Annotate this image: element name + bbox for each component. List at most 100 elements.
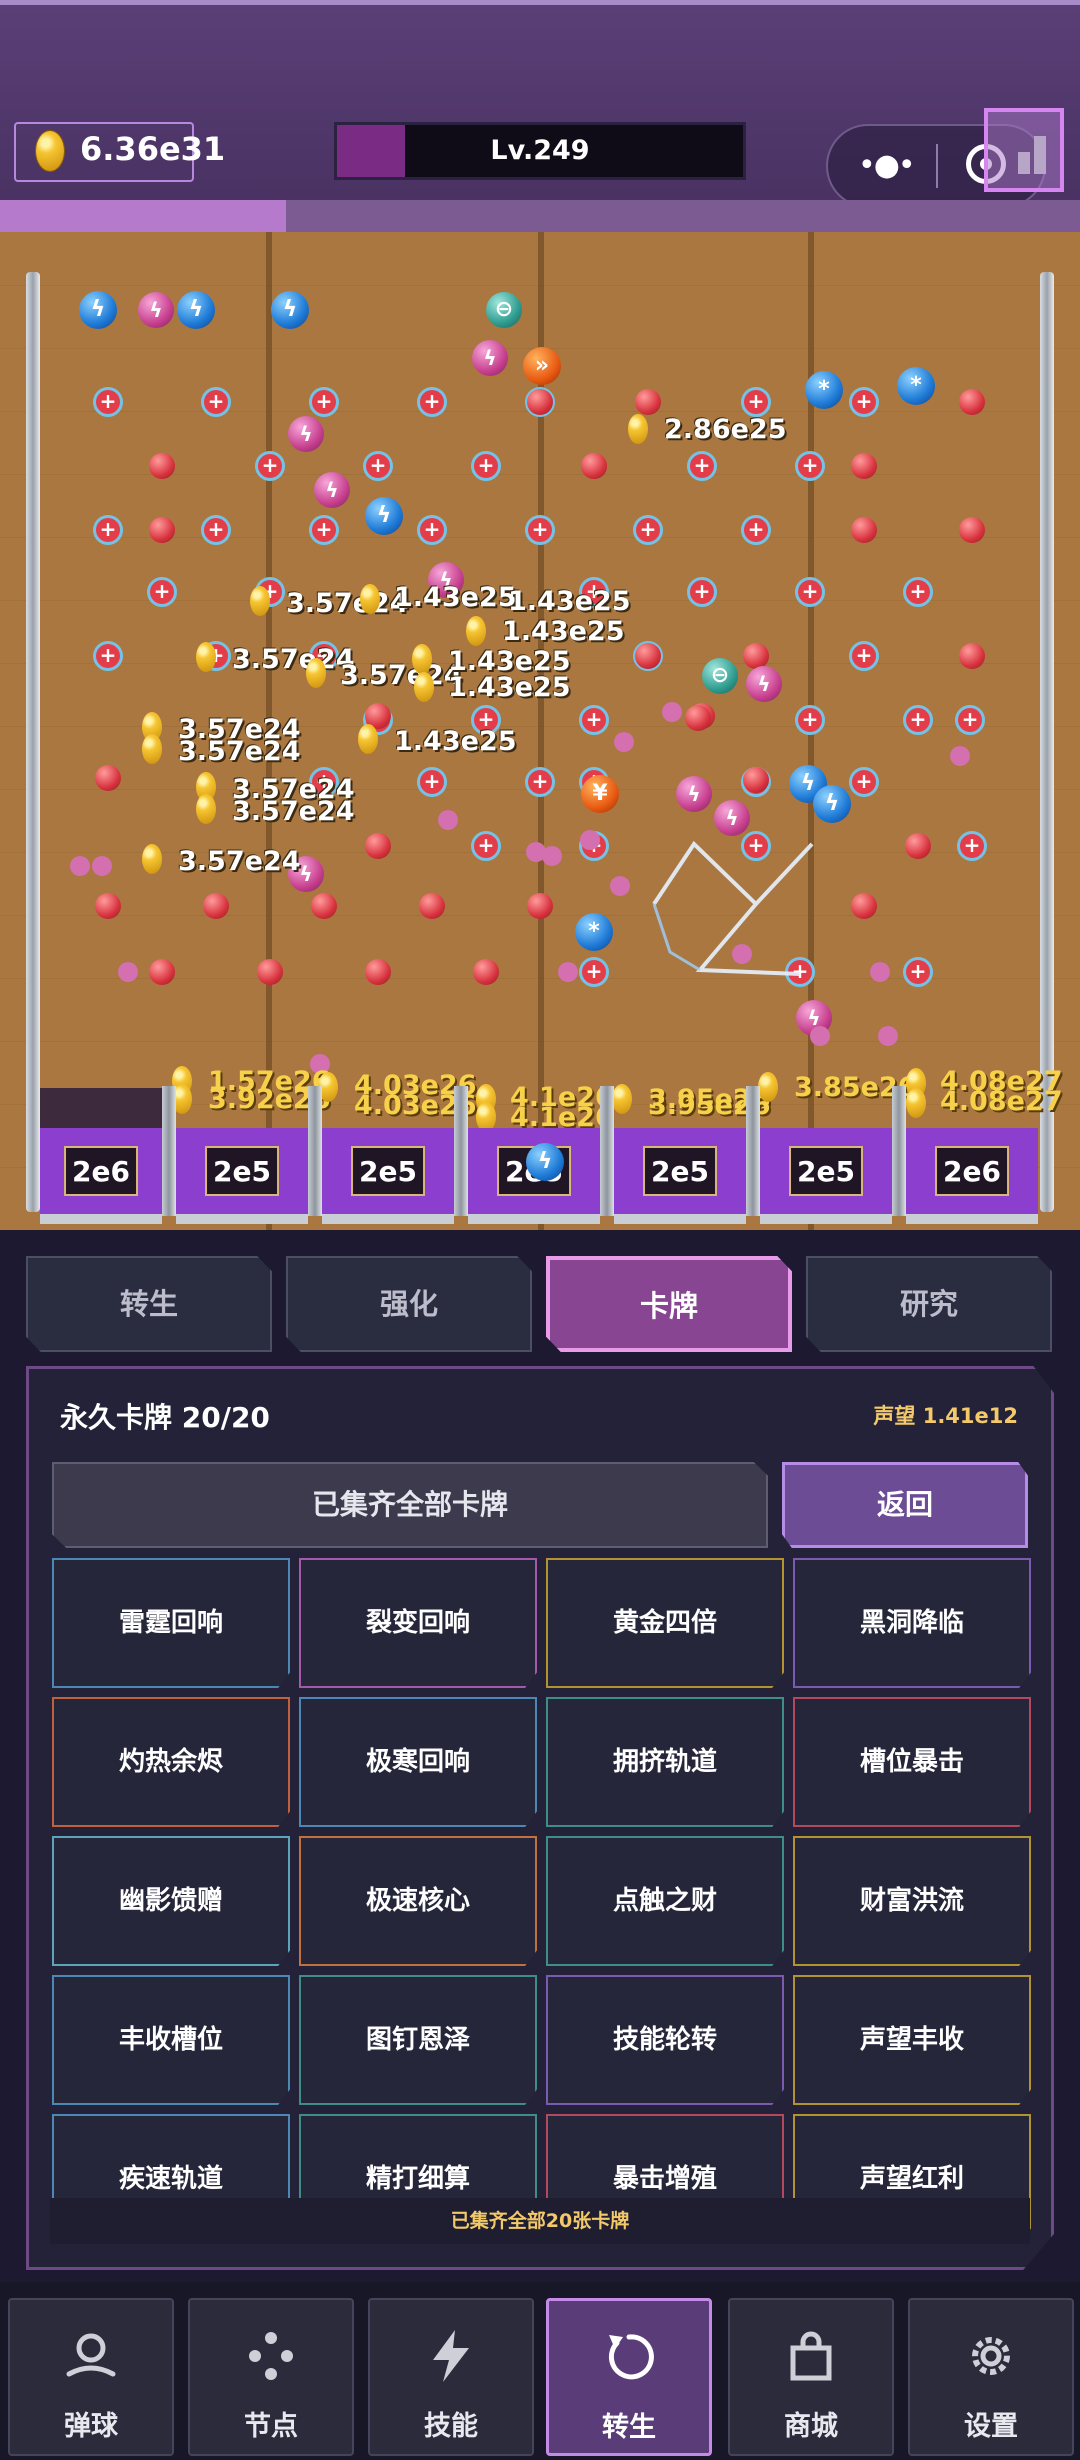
card-item[interactable]: 雷霆回响 <box>52 1558 290 1688</box>
coin-icon <box>250 586 270 616</box>
floating-value: 3.57e24 <box>232 796 355 827</box>
slot-multiplier: 2e6 <box>935 1146 1009 1196</box>
card-item[interactable]: 槽位暴击 <box>793 1697 1031 1827</box>
nav-pinball[interactable]: 弹球 <box>8 2298 174 2456</box>
tab-rebirth[interactable]: 转生 <box>26 1256 272 1352</box>
card-item[interactable]: 拥挤轨道 <box>546 1697 784 1827</box>
slot-multiplier: 2e5 <box>789 1146 863 1196</box>
nav-label: 设置 <box>964 2411 1018 2442</box>
shop-bag-icon <box>781 2326 841 2386</box>
nav-skills[interactable]: 技能 <box>368 2298 534 2456</box>
card-item[interactable]: 极寒回响 <box>299 1697 537 1827</box>
coin-icon <box>628 414 648 444</box>
slot-6: 2e5 <box>760 1128 892 1224</box>
slot-multiplier: 2e5 <box>643 1146 717 1196</box>
slot-1: 2e6 <box>40 1128 162 1224</box>
floating-value: 3.57e24 <box>178 736 301 767</box>
floating-value: 3.57e24 <box>178 846 301 877</box>
floating-value: 2.86e25 <box>664 414 787 445</box>
card-item[interactable]: 财富洪流 <box>793 1836 1031 1966</box>
coin-icon <box>414 672 434 702</box>
level-text: Lv.249 <box>490 135 590 166</box>
coin-icon <box>360 584 380 614</box>
nav-rebirth[interactable]: 转生 <box>546 2298 712 2456</box>
stage-progress-bar <box>0 200 1080 232</box>
card-item[interactable]: 幽影馈赠 <box>52 1836 290 1966</box>
coin-icon <box>906 1088 926 1118</box>
slot-wall <box>892 1086 906 1216</box>
slot-multiplier: 2e5 <box>351 1146 425 1196</box>
coin-icon <box>142 844 162 874</box>
coin-icon <box>412 644 432 674</box>
stage-progress-fill <box>0 200 286 232</box>
card-item[interactable]: 声望丰收 <box>793 1975 1031 2105</box>
card-item[interactable]: 丰收槽位 <box>52 1975 290 2105</box>
prestige-value: 声望 1.41e12 <box>873 1404 1018 1428</box>
card-item[interactable]: 黄金四倍 <box>546 1558 784 1688</box>
nav-label: 技能 <box>424 2411 478 2442</box>
slot-3: 2e5 <box>322 1128 454 1224</box>
blue-lightning-ball: ϟ <box>526 1143 564 1181</box>
back-button[interactable]: 返回 <box>782 1462 1028 1548</box>
floating-value: 3.57e24 <box>286 588 409 619</box>
floating-value: 1.43e25 <box>508 586 631 617</box>
slot-multiplier: 2e5 <box>205 1146 279 1196</box>
card-item[interactable]: 技能轮转 <box>546 1975 784 2105</box>
floating-value: 1.43e25 <box>394 582 517 613</box>
nav-settings[interactable]: 设置 <box>908 2298 1074 2456</box>
slot-payout: 4.08e27 <box>940 1086 1063 1117</box>
card-item[interactable]: 极速核心 <box>299 1836 537 1966</box>
more-dots-icon[interactable]: •●• <box>858 148 916 183</box>
card-item[interactable]: 裂变回响 <box>299 1558 537 1688</box>
slot-wall <box>746 1086 760 1216</box>
floating-value: 3.57e24 <box>232 644 355 675</box>
tab-cards[interactable]: 卡牌 <box>546 1256 792 1352</box>
collected-note: 已集齐全部20张卡牌 <box>50 2198 1030 2244</box>
bar-chart-icon-bar <box>1034 136 1046 174</box>
nav-label: 弹球 <box>64 2411 118 2442</box>
capsule-divider <box>936 144 938 188</box>
panel-title: 永久卡牌 20/20 <box>60 1401 270 1434</box>
nav-label: 节点 <box>244 2411 298 2442</box>
stats-button[interactable] <box>984 108 1064 192</box>
slot-5: 2e5 <box>614 1128 746 1224</box>
card-item[interactable]: 点触之财 <box>546 1836 784 1966</box>
slot-2: 2e5 <box>176 1128 308 1224</box>
pinball-icon <box>61 2326 121 2386</box>
slot-7: 2e6 <box>906 1128 1038 1224</box>
gold-coin-icon <box>36 131 64 171</box>
nav-shop[interactable]: 商城 <box>728 2298 894 2456</box>
card-item[interactable]: 黑洞降临 <box>793 1558 1031 1688</box>
coin-icon <box>758 1072 778 1102</box>
money-value: 6.36e31 <box>80 130 226 168</box>
slot-backwall <box>40 1088 162 1128</box>
coin-icon <box>196 642 216 672</box>
coin-icon <box>612 1084 632 1114</box>
all-collected-banner: 已集齐全部卡牌 <box>52 1462 768 1548</box>
tab-upgrade[interactable]: 强化 <box>286 1256 532 1352</box>
nav-label: 商城 <box>784 2411 838 2442</box>
nav-nodes[interactable]: 节点 <box>188 2298 354 2456</box>
floating-value: 1.43e25 <box>448 672 571 703</box>
gear-icon <box>961 2326 1021 2386</box>
rebirth-icon <box>599 2327 659 2387</box>
coin-icon <box>142 734 162 764</box>
tab-research[interactable]: 研究 <box>806 1256 1052 1352</box>
bar-chart-icon <box>1018 152 1030 174</box>
nav-label: 转生 <box>602 2412 656 2443</box>
nodes-icon <box>241 2326 301 2386</box>
coin-icon <box>196 794 216 824</box>
card-grid: 雷霆回响 裂变回响 黄金四倍 黑洞降临灼热余烬 极寒回响 拥挤轨道 槽位暴击幽影馈赠 极速核心… <box>44 1558 1036 2244</box>
coin-icon <box>466 616 486 646</box>
coin-icon <box>306 658 326 688</box>
card-item[interactable]: 灼热余烬 <box>52 1697 290 1827</box>
pinball-board[interactable]: + + + + + + + + + + + + + + + + + + + + + + + + + + + + + + + + + + + + + + + +… <box>0 232 1080 1230</box>
floating-value: 1.43e25 <box>502 616 625 647</box>
lightning-icon <box>421 2326 481 2386</box>
slot-wall <box>308 1086 322 1216</box>
floating-value: 1.43e25 <box>394 726 517 757</box>
coin-icon <box>358 724 378 754</box>
slot-wall <box>162 1086 176 1216</box>
slot-wall <box>600 1086 614 1216</box>
card-item[interactable]: 图钉恩泽 <box>299 1975 537 2105</box>
